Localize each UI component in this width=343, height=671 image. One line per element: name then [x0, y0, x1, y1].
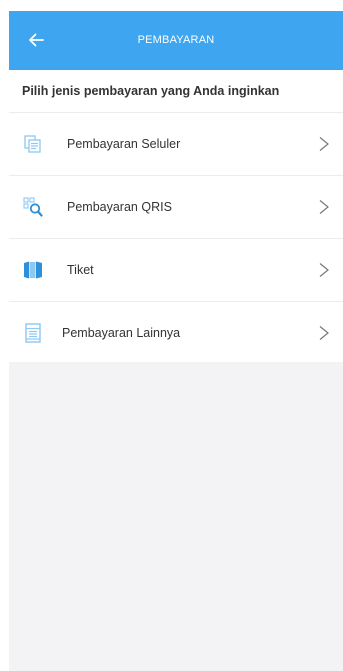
- chevron-right-icon: [319, 137, 329, 151]
- payment-menu: Pembayaran Seluler Pembayaran QRIS Tiket…: [9, 113, 343, 364]
- chevron-right-icon: [319, 200, 329, 214]
- menu-item-label: Pembayaran Seluler: [67, 137, 181, 151]
- menu-item-pembayaran-qris[interactable]: Pembayaran QRIS: [9, 176, 343, 239]
- qris-scan-icon: [23, 197, 43, 217]
- app-bar: PEMBAYARAN: [9, 11, 343, 70]
- instruction-text: Pilih jenis pembayaran yang Anda inginka…: [22, 84, 280, 98]
- menu-item-pembayaran-lainnya[interactable]: Pembayaran Lainnya: [9, 302, 343, 364]
- menu-item-tiket[interactable]: Tiket: [9, 239, 343, 302]
- menu-item-label: Pembayaran Lainnya: [62, 326, 181, 340]
- ticket-icon: [24, 261, 42, 279]
- chevron-right-icon: [319, 263, 329, 277]
- menu-item-label: Pembayaran QRIS: [67, 200, 172, 214]
- menu-item-label: Tiket: [67, 263, 94, 277]
- empty-content-area: [9, 362, 343, 671]
- chevron-right-icon: [319, 326, 329, 340]
- back-button[interactable]: [21, 25, 51, 55]
- payment-screen: PEMBAYARAN Pilih jenis pembayaran yang A…: [0, 0, 343, 671]
- instruction-header: Pilih jenis pembayaran yang Anda inginka…: [9, 70, 343, 113]
- page-title: PEMBAYARAN: [137, 34, 215, 46]
- mobile-payment-icon: [24, 135, 41, 153]
- arrow-left-icon: [29, 33, 44, 47]
- menu-item-pembayaran-seluler[interactable]: Pembayaran Seluler: [9, 113, 343, 176]
- other-payment-icon: [25, 323, 41, 343]
